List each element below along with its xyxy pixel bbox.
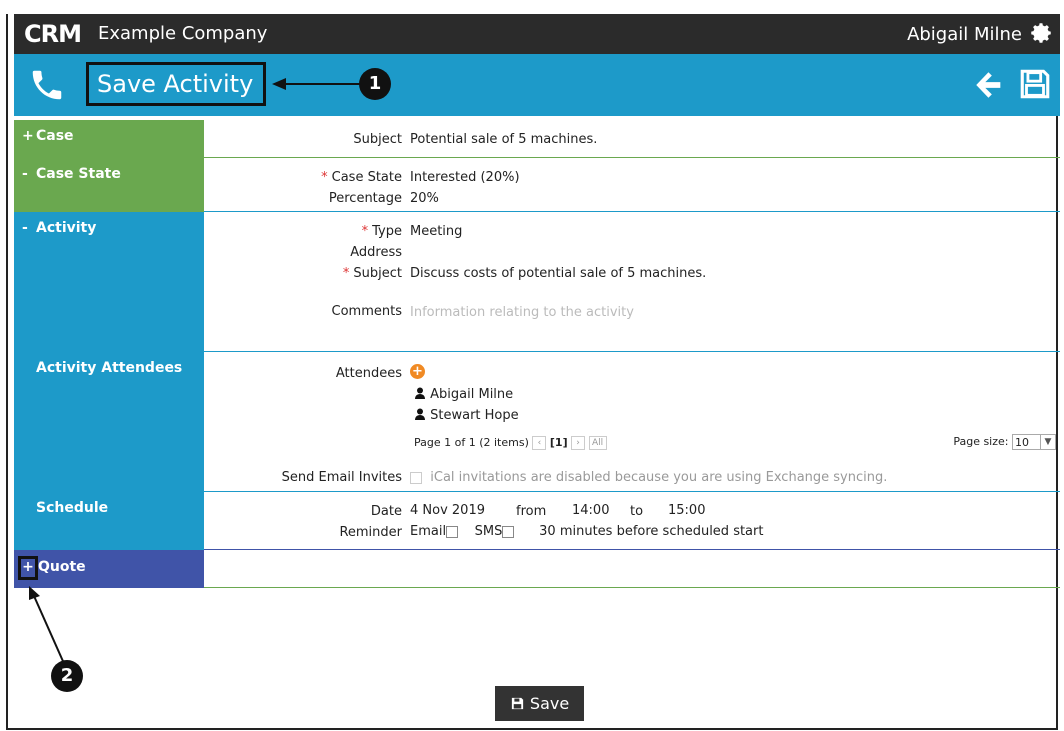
section-header-quote[interactable]: + Quote — [14, 550, 204, 588]
add-attendee-button[interactable]: + — [410, 364, 425, 379]
attendee-name: Stewart Hope — [430, 408, 519, 423]
required-marker: * — [321, 170, 328, 185]
top-bar: CRM Example Company Abigail Milne — [14, 14, 1060, 54]
page-size: Page size: 10 ▼ — [953, 434, 1056, 450]
attendees-label: Attendees — [335, 366, 402, 381]
person-icon — [415, 408, 425, 420]
reminder-sms-checkbox[interactable] — [502, 525, 515, 538]
page-title: Save Activity — [86, 62, 266, 106]
attendee-item: Stewart Hope — [414, 408, 519, 423]
section-attendees: Activity Attendees Attendees + Abigail M… — [14, 352, 1060, 492]
person-icon — [415, 387, 425, 399]
all-pages-button[interactable]: All — [588, 436, 607, 450]
activity-subject-value[interactable]: Discuss costs of potential sale of 5 mac… — [410, 266, 706, 281]
send-email-invites-label: Send Email Invites — [281, 470, 402, 485]
section-case: + Case Subject Potential sale of 5 machin… — [14, 120, 1060, 158]
section-schedule: Schedule Date 4 Nov 2019 from 14:00 to 1… — [14, 492, 1060, 550]
save-button[interactable]: Save — [495, 686, 584, 721]
percentage-label: Percentage — [328, 191, 402, 206]
gear-icon[interactable] — [1028, 20, 1054, 46]
from-label: from — [516, 504, 547, 519]
type-value[interactable]: Meeting — [410, 224, 462, 239]
send-invites-checkbox[interactable] — [410, 471, 422, 484]
required-marker: * — [342, 266, 350, 281]
required-marker: * — [361, 224, 369, 239]
company-name: Example Company — [98, 23, 268, 44]
pager-summary: Page 1 of 1 (2 items) — [414, 436, 529, 449]
case-subject-value: Potential sale of 5 machines. — [410, 132, 598, 147]
callout-marker-1: 1 — [359, 68, 391, 100]
save-icon — [511, 697, 523, 710]
section-header-schedule: Schedule — [14, 492, 204, 550]
crm-logo: CRM — [24, 20, 82, 48]
case-state-label: * Case State — [321, 170, 402, 185]
divider — [204, 587, 1060, 588]
type-label: * Type — [361, 224, 402, 239]
page-size-label: Page size: — [953, 435, 1009, 448]
section-activity: - Activity * Type Meeting Address * Subject… — [14, 212, 1060, 352]
address-label: Address — [350, 245, 402, 260]
chevron-down-icon: ▼ — [1040, 435, 1055, 449]
callout-marker-2: 2 — [51, 660, 83, 692]
reminder-email-label: Email — [410, 524, 447, 539]
section-case-state: - Case State * Case State Interested (20%)… — [14, 158, 1060, 212]
pager: Page 1 of 1 (2 items) ‹ [1] › All — [414, 436, 607, 450]
section-title-quote: Quote — [38, 559, 86, 575]
comments-field[interactable]: Information relating to the activity — [410, 305, 634, 320]
reminder-sms-label: SMS — [474, 524, 503, 539]
date-value[interactable]: 4 Nov 2019 — [410, 503, 485, 518]
attendee-item: Abigail Milne — [414, 387, 513, 402]
ical-disabled-note: iCal invitations are disabled because yo… — [430, 470, 888, 485]
save-icon[interactable] — [1018, 66, 1052, 102]
page-size-select[interactable]: 10 ▼ — [1012, 434, 1056, 450]
next-page-button[interactable]: › — [571, 436, 586, 450]
comments-label: Comments — [331, 304, 402, 319]
reminder-minutes[interactable]: 30 minutes — [539, 524, 612, 539]
expand-toggle-quote[interactable]: + — [18, 556, 38, 580]
phone-icon — [32, 70, 62, 100]
activity-subject-label: * Subject — [342, 266, 402, 281]
case-state-value[interactable]: Interested (20%) — [410, 170, 520, 185]
back-arrow-icon[interactable] — [972, 68, 1006, 102]
date-label: Date — [370, 504, 402, 519]
save-button-label: Save — [529, 694, 570, 713]
reminder-options: Email SMS 30 minutes before scheduled st… — [410, 524, 763, 539]
to-time[interactable]: 15:00 — [668, 503, 705, 518]
subject-label: Subject — [353, 132, 402, 147]
callout-arrow-2 — [29, 586, 67, 669]
attendee-name: Abigail Milne — [430, 387, 514, 402]
reminder-label: Reminder — [339, 525, 402, 540]
from-time[interactable]: 14:00 — [572, 503, 609, 518]
user-name[interactable]: Abigail Milne — [907, 24, 1022, 46]
add-icon: + — [410, 364, 425, 379]
callout-arrow-1 — [272, 78, 368, 90]
prev-page-button[interactable]: ‹ — [532, 436, 547, 450]
percentage-value: 20% — [410, 191, 439, 206]
reminder-before-text: before scheduled start — [616, 524, 764, 539]
title-bar: Save Activity — [14, 54, 1060, 116]
to-label: to — [630, 504, 644, 519]
send-email-invites: iCal invitations are disabled because yo… — [410, 470, 887, 485]
section-quote: + Quote — [14, 550, 1060, 588]
current-page[interactable]: [1] — [550, 436, 568, 449]
reminder-email-checkbox[interactable] — [446, 525, 459, 538]
